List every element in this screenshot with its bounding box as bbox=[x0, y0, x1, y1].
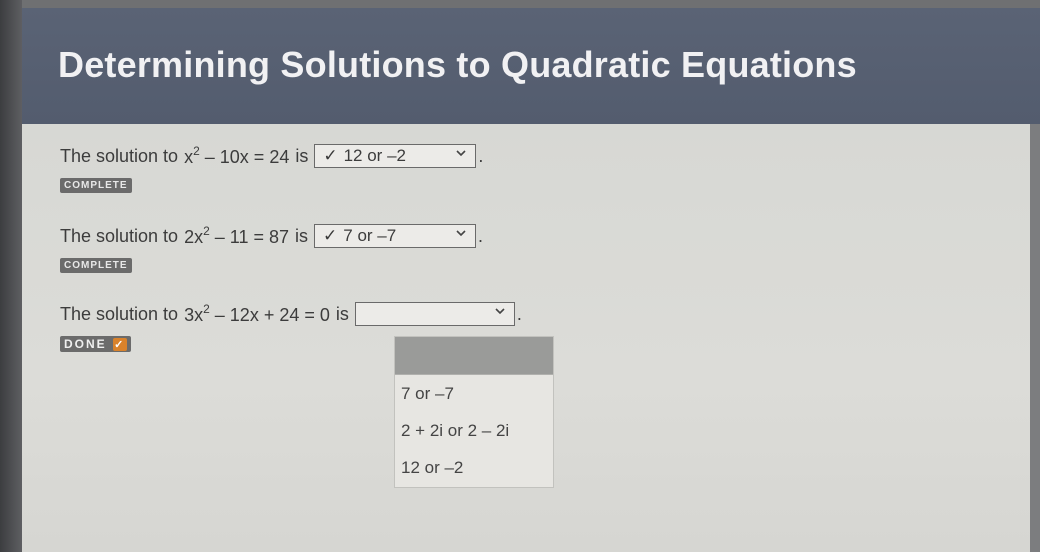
chevron-down-icon[interactable] bbox=[494, 305, 506, 320]
question-suffix: is bbox=[295, 225, 309, 246]
check-icon: ✓ bbox=[323, 146, 338, 165]
answer-select-1[interactable]: ✓ 12 or –2 bbox=[314, 144, 477, 168]
check-icon: ✓ bbox=[112, 337, 127, 351]
question-prefix: The solution to bbox=[60, 303, 179, 324]
question-3: The solution to 3x2 – 12x + 24 = 0 is . bbox=[60, 302, 522, 326]
status-badge-complete: COMPLETE bbox=[60, 258, 132, 273]
page-header: Determining Solutions to Quadratic Equat… bbox=[22, 8, 1040, 124]
equation: 2x2 – 11 = 87 bbox=[184, 224, 290, 247]
page-title: Determining Solutions to Quadratic Equat… bbox=[58, 44, 857, 85]
dropdown-option[interactable]: 12 or –2 bbox=[395, 449, 553, 486]
status-badge-complete: COMPLETE bbox=[60, 178, 132, 193]
status-badge-done: DONE ✓ bbox=[60, 336, 131, 352]
equation: x2 – 10x = 24 bbox=[184, 144, 290, 167]
question-prefix: The solution to bbox=[60, 225, 179, 246]
chevron-down-icon[interactable] bbox=[455, 227, 467, 242]
chevron-down-icon[interactable] bbox=[455, 147, 467, 162]
dropdown-option-blank[interactable] bbox=[395, 337, 553, 375]
check-icon: ✓ bbox=[323, 226, 338, 245]
equation: 3x2 – 12x + 24 = 0 bbox=[184, 302, 330, 325]
left-bezel bbox=[0, 0, 22, 552]
answer-select-2[interactable]: ✓ 7 or –7 bbox=[314, 224, 477, 248]
answer-dropdown-list: 7 or –7 2 + 2i or 2 – 2i 12 or –2 bbox=[394, 336, 554, 488]
question-2: The solution to 2x2 – 11 = 87 is ✓ 7 or … bbox=[60, 224, 484, 248]
dropdown-option[interactable]: 2 + 2i or 2 – 2i bbox=[395, 412, 553, 449]
answer-select-3[interactable] bbox=[354, 302, 515, 326]
question-suffix: is bbox=[335, 303, 349, 324]
question-1: The solution to x2 – 10x = 24 is ✓ 12 or… bbox=[60, 144, 484, 168]
dropdown-option[interactable]: 7 or –7 bbox=[395, 375, 553, 412]
selected-answer: 12 or –2 bbox=[343, 146, 406, 165]
content-panel: The solution to x2 – 10x = 24 is ✓ 12 or… bbox=[22, 124, 1030, 552]
question-suffix: is bbox=[295, 145, 309, 166]
selected-answer: 7 or –7 bbox=[343, 226, 397, 245]
right-bezel bbox=[1030, 124, 1040, 552]
question-prefix: The solution to bbox=[60, 145, 179, 166]
